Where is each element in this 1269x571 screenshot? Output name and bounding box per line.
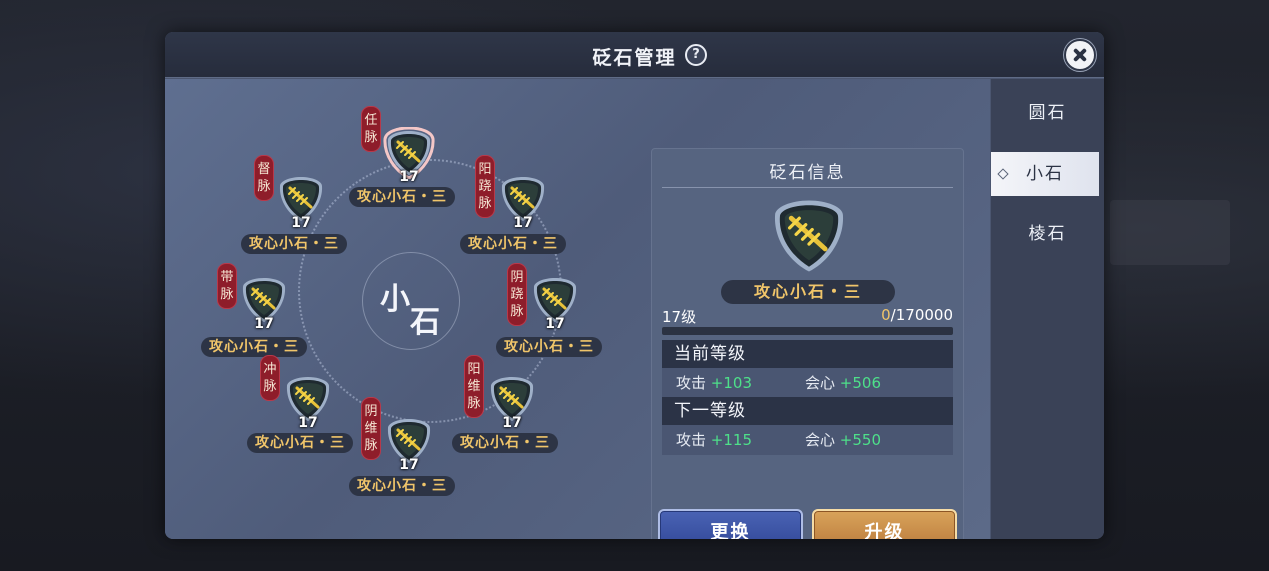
stone-name: 攻心小石・三 — [247, 433, 353, 453]
meridian-tag: 阴跷脉 — [507, 263, 527, 326]
exp-readout: 0/170000 — [881, 306, 953, 324]
exp-total: /170000 — [890, 306, 953, 324]
stone-name: 攻心小石・三 — [349, 476, 455, 496]
tab-edge-stone[interactable]: 棱石 — [991, 212, 1104, 256]
stone-level: 17 — [254, 316, 274, 332]
current-level-header: 当前等级 — [662, 340, 953, 368]
stone-name: 攻心小石・三 — [452, 433, 558, 453]
title-bar: 砭石管理 ? — [165, 32, 1104, 78]
stone-level-label: 17级 — [662, 308, 697, 326]
tab-round-stone[interactable]: 圆石 — [991, 91, 1104, 135]
stat-crit: 会心 +550 — [805, 431, 881, 449]
stone-level: 17 — [545, 316, 565, 332]
next-level-header: 下一等级 — [662, 397, 953, 425]
center-label-2: 石 — [410, 305, 440, 340]
exp-current: 0 — [881, 306, 891, 324]
stone-level: 17 — [291, 215, 311, 231]
stat-attack: 攻击 +103 — [676, 374, 752, 392]
meridian-tag: 带脉 — [217, 263, 237, 309]
stone-level: 17 — [399, 169, 419, 185]
stone-level: 17 — [513, 215, 533, 231]
meridian-tag: 阳维脉 — [464, 355, 484, 418]
exp-progress-bar — [662, 327, 953, 335]
tab-small-stone[interactable]: 小石 — [991, 152, 1099, 196]
stone-wheel-area: 小 石 任脉 17 攻心小石・三 督脉 17 攻心小石・三 阳 跷 脉 17 攻… — [165, 79, 990, 539]
meridian-tag: 阴维脉 — [361, 397, 381, 460]
question-icon[interactable]: ? — [685, 44, 707, 66]
stone-level: 17 — [298, 415, 318, 431]
stat-block: 当前等级 攻击 +103 会心 +506 下一等级 攻击 +115 会心 +55… — [662, 340, 953, 455]
stone-name: 攻心小石・三 — [349, 187, 455, 207]
stone-level: 17 — [502, 415, 522, 431]
meridian-tag: 冲脉 — [260, 355, 280, 401]
selected-diamond-icon — [997, 168, 1009, 180]
stat-crit: 会心 +506 — [805, 374, 881, 392]
meridian-tag: 督脉 — [254, 155, 274, 201]
meridian-tag: 阳跷脉 — [475, 155, 495, 218]
close-icon[interactable] — [1064, 39, 1096, 71]
stat-attack: 攻击 +115 — [676, 431, 752, 449]
stone-name: 攻心小石・三 — [201, 337, 307, 357]
next-stats-row: 攻击 +115 会心 +550 — [662, 426, 953, 454]
meridian-tag: 任脉 — [361, 106, 381, 152]
stone-management-dialog: 砭石管理 ? 小 石 任脉 17 攻心小石・三 督脉 17 攻心小石・三 阳 跷… — [165, 32, 1104, 539]
stone-type-sidebar: 圆石 小石 棱石 — [991, 79, 1104, 539]
dialog-title: 砭石管理 — [592, 47, 677, 69]
stone-name: 攻心小石・三 — [241, 234, 347, 254]
stone-name: 攻心小石・三 — [721, 280, 895, 304]
info-title: 砭石信息 — [769, 163, 846, 183]
background-panel — [1110, 200, 1230, 265]
replace-button[interactable]: 更换 — [658, 509, 803, 539]
divider — [662, 187, 953, 188]
stone-name: 攻心小石・三 — [496, 337, 602, 357]
center-label-1: 小 — [380, 282, 410, 317]
stone-info-panel: 砭石信息 攻心小石・三 17级 0/170000 当前等级 攻击 +103 会心… — [651, 148, 964, 539]
stone-level: 17 — [399, 457, 419, 473]
stone-name: 攻心小石・三 — [460, 234, 566, 254]
sword-gem-icon — [767, 194, 851, 278]
current-stats-row: 攻击 +103 会心 +506 — [662, 369, 953, 397]
upgrade-button[interactable]: 升级 — [812, 509, 957, 539]
